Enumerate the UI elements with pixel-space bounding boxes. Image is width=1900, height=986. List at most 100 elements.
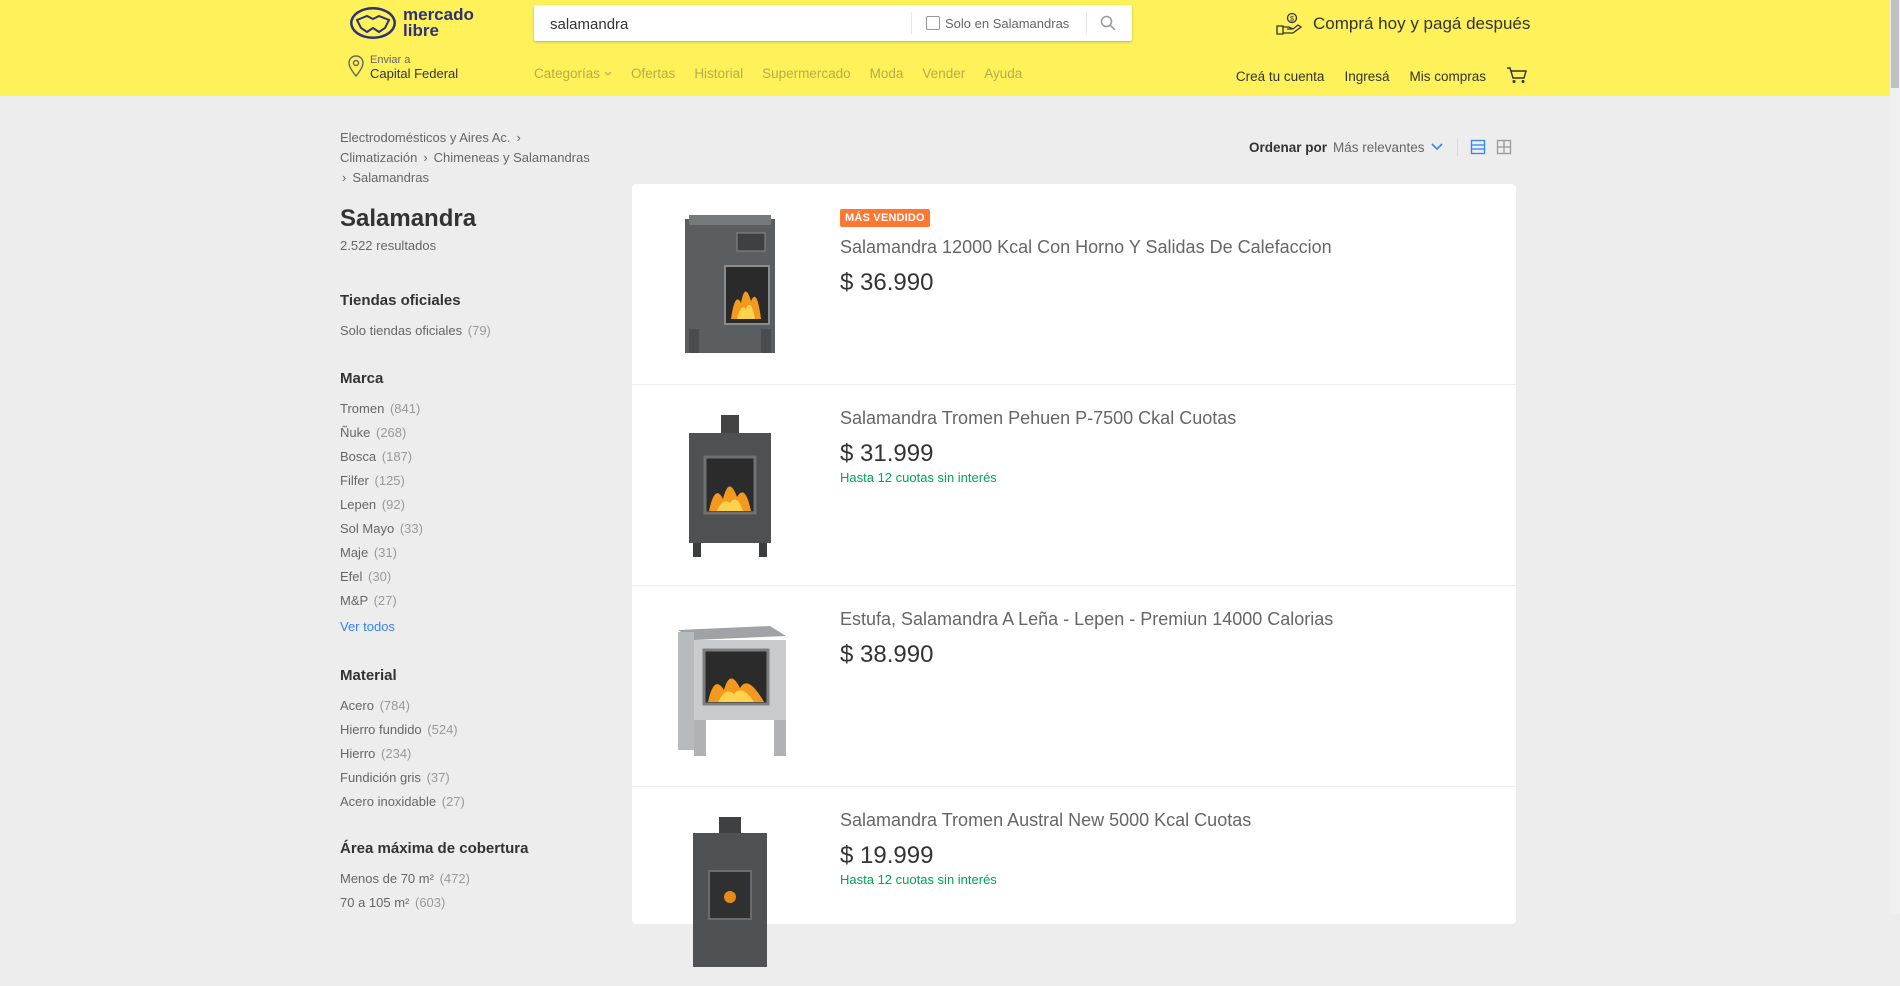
nav-vender[interactable]: Vender	[922, 66, 965, 81]
filter-item[interactable]: Acero inoxidable (27)	[340, 790, 600, 814]
location-pin-icon	[348, 55, 364, 78]
sort-bar: Ordenar por Más relevantes	[1249, 138, 1512, 156]
filter-item[interactable]: Efel (30)	[340, 565, 600, 589]
breadcrumb-item[interactable]: Chimeneas y Salamandras	[434, 150, 590, 165]
handshake-logo-icon	[350, 7, 396, 39]
installments-text: Hasta 12 cuotas sin interés	[840, 470, 997, 485]
filter-item[interactable]: Sol Mayo (33)	[340, 517, 600, 541]
item-title[interactable]: Salamandra Tromen Pehuen P-7500 Ckal Cuo…	[840, 406, 1236, 430]
filter-item-count: (187)	[381, 449, 413, 464]
best-seller-badge: MÁS VENDIDO	[840, 209, 930, 227]
filter-item-label: M&P	[340, 593, 368, 608]
filter-item[interactable]: Solo tiendas oficiales (79)	[340, 319, 600, 343]
item-title[interactable]: Salamandra Tromen Austral New 5000 Kcal …	[840, 808, 1251, 832]
stove-image	[689, 415, 771, 557]
filter-item-label: Solo tiendas oficiales	[340, 323, 463, 338]
divider	[1456, 138, 1458, 156]
filter-item-count: (472)	[439, 871, 470, 886]
filter-item[interactable]: Filfer (125)	[340, 469, 600, 493]
scrollbar-thumb[interactable]	[1891, 0, 1899, 88]
filter-item-count: (92)	[381, 497, 405, 512]
solo-salamandras-checkbox[interactable]: Solo en Salamandras	[926, 5, 1069, 41]
filter-marca: Marca Tromen (841) Ñuke (268) Bosca (187…	[340, 370, 600, 639]
filter-item-label: Menos de 70 m²	[340, 871, 434, 886]
filter-item-label: Efel	[340, 569, 363, 584]
promo-banner[interactable]: $ Comprá hoy y pagá después	[1275, 12, 1530, 36]
filter-item-count: (125)	[374, 473, 405, 488]
nav-ofertas[interactable]: Ofertas	[631, 66, 675, 81]
filter-item[interactable]: Tromen (841)	[340, 397, 600, 421]
nav-historial[interactable]: Historial	[694, 66, 743, 81]
item-title[interactable]: Salamandra 12000 Kcal Con Horno Y Salida…	[840, 235, 1332, 259]
nav-supermercado[interactable]: Supermercado	[762, 66, 851, 81]
stove-oven-image	[685, 215, 775, 353]
result-item[interactable]: Salamandra Tromen Pehuen P-7500 Ckal Cuo…	[632, 384, 1516, 586]
filter-item-label: Acero	[340, 698, 374, 713]
hand-money-icon: $	[1276, 12, 1303, 35]
filter-item[interactable]: Bosca (187)	[340, 445, 600, 469]
breadcrumb: Electrodomésticos y Aires Ac. › Climatiza…	[340, 128, 630, 188]
scrollbar[interactable]	[1890, 0, 1900, 914]
nav-categorias[interactable]: Categorías	[534, 66, 612, 81]
product-image[interactable]	[668, 404, 792, 568]
cart-icon	[1507, 67, 1527, 83]
account-nav: Creá tu cuenta Ingresá Mis compras	[1216, 66, 1528, 87]
result-item[interactable]: Salamandra Tromen Austral New 5000 Kcal …	[632, 786, 1516, 986]
filter-item[interactable]: Lepen (92)	[340, 493, 600, 517]
filter-item[interactable]: M&P (27)	[340, 589, 600, 613]
result-item[interactable]: Estufa, Salamandra A Leña - Lepen - Prem…	[632, 585, 1516, 787]
item-price: $ 31.999	[840, 440, 934, 467]
list-view-icon[interactable]	[1470, 139, 1486, 155]
my-purchases-link[interactable]: Mis compras	[1409, 69, 1486, 84]
item-title[interactable]: Estufa, Salamandra A Leña - Lepen - Prem…	[840, 607, 1333, 631]
create-account-link[interactable]: Creá tu cuenta	[1236, 69, 1325, 84]
filter-item[interactable]: Acero (784)	[340, 694, 600, 718]
breadcrumb-item[interactable]: Climatización	[340, 150, 417, 165]
filter-item[interactable]: Hierro fundido (524)	[340, 718, 600, 742]
results-count: 2.522 resultados	[340, 238, 437, 253]
chevron-down-icon[interactable]	[1430, 143, 1443, 151]
filter-item[interactable]: Maje (31)	[340, 541, 600, 565]
location-selector[interactable]: Enviar a Capital Federal	[346, 54, 458, 81]
breadcrumb-item[interactable]: Electrodomésticos y Aires Ac.	[340, 130, 511, 145]
search-button[interactable]	[1094, 11, 1122, 35]
nav-ayuda[interactable]: Ayuda	[984, 66, 1022, 81]
filter-item[interactable]: Menos de 70 m² (472)	[340, 867, 600, 891]
cart-button[interactable]	[1506, 66, 1528, 87]
search-input[interactable]	[548, 5, 922, 43]
filter-item-label: Filfer	[340, 473, 369, 488]
product-image[interactable]	[668, 204, 792, 368]
filter-item[interactable]: Fundición gris (37)	[340, 766, 600, 790]
filter-item-label: Tromen	[340, 401, 385, 416]
filter-item[interactable]: 70 a 105 m² (603)	[340, 891, 600, 915]
filter-item-label: Fundición gris	[340, 770, 421, 785]
filter-item[interactable]: Ñuke (268)	[340, 421, 600, 445]
filter-item-count: (524)	[427, 722, 458, 737]
sort-dropdown[interactable]: Más relevantes	[1333, 140, 1425, 155]
filter-item-count: (33)	[399, 521, 423, 536]
grid-view-icon[interactable]	[1496, 139, 1512, 155]
see-all-link[interactable]: Ver todos	[340, 615, 600, 639]
login-link[interactable]: Ingresá	[1344, 69, 1389, 84]
filter-item-label: Maje	[340, 545, 369, 560]
item-price: $ 36.990	[840, 269, 934, 296]
search-bar: Solo en Salamandras	[534, 5, 1132, 43]
nav-moda[interactable]: Moda	[870, 66, 904, 81]
result-item[interactable]: MÁS VENDIDO Salamandra 12000 Kcal Con Ho…	[632, 184, 1516, 385]
header: mercado libre Solo en Salamandras $ Comp…	[0, 0, 1900, 96]
filter-title: Material	[340, 667, 397, 684]
filter-item-count: (27)	[441, 794, 465, 809]
product-image[interactable]	[668, 810, 792, 974]
filter-item-count: (30)	[368, 569, 392, 584]
sort-label: Ordenar por	[1249, 139, 1328, 155]
logo[interactable]: mercado libre	[349, 6, 474, 40]
svg-text:$: $	[1290, 16, 1294, 23]
installments-text: Hasta 12 cuotas sin interés	[840, 872, 997, 887]
checkbox-box[interactable]	[926, 16, 940, 30]
filter-title: Área máxima de cobertura	[340, 840, 529, 857]
filter-item[interactable]: Hierro (234)	[340, 742, 600, 766]
solo-salamandras-label: Solo en Salamandras	[945, 15, 1070, 31]
product-image[interactable]	[668, 603, 792, 767]
location-label: Enviar a	[370, 54, 411, 66]
page-title: Salamandra	[340, 205, 477, 232]
